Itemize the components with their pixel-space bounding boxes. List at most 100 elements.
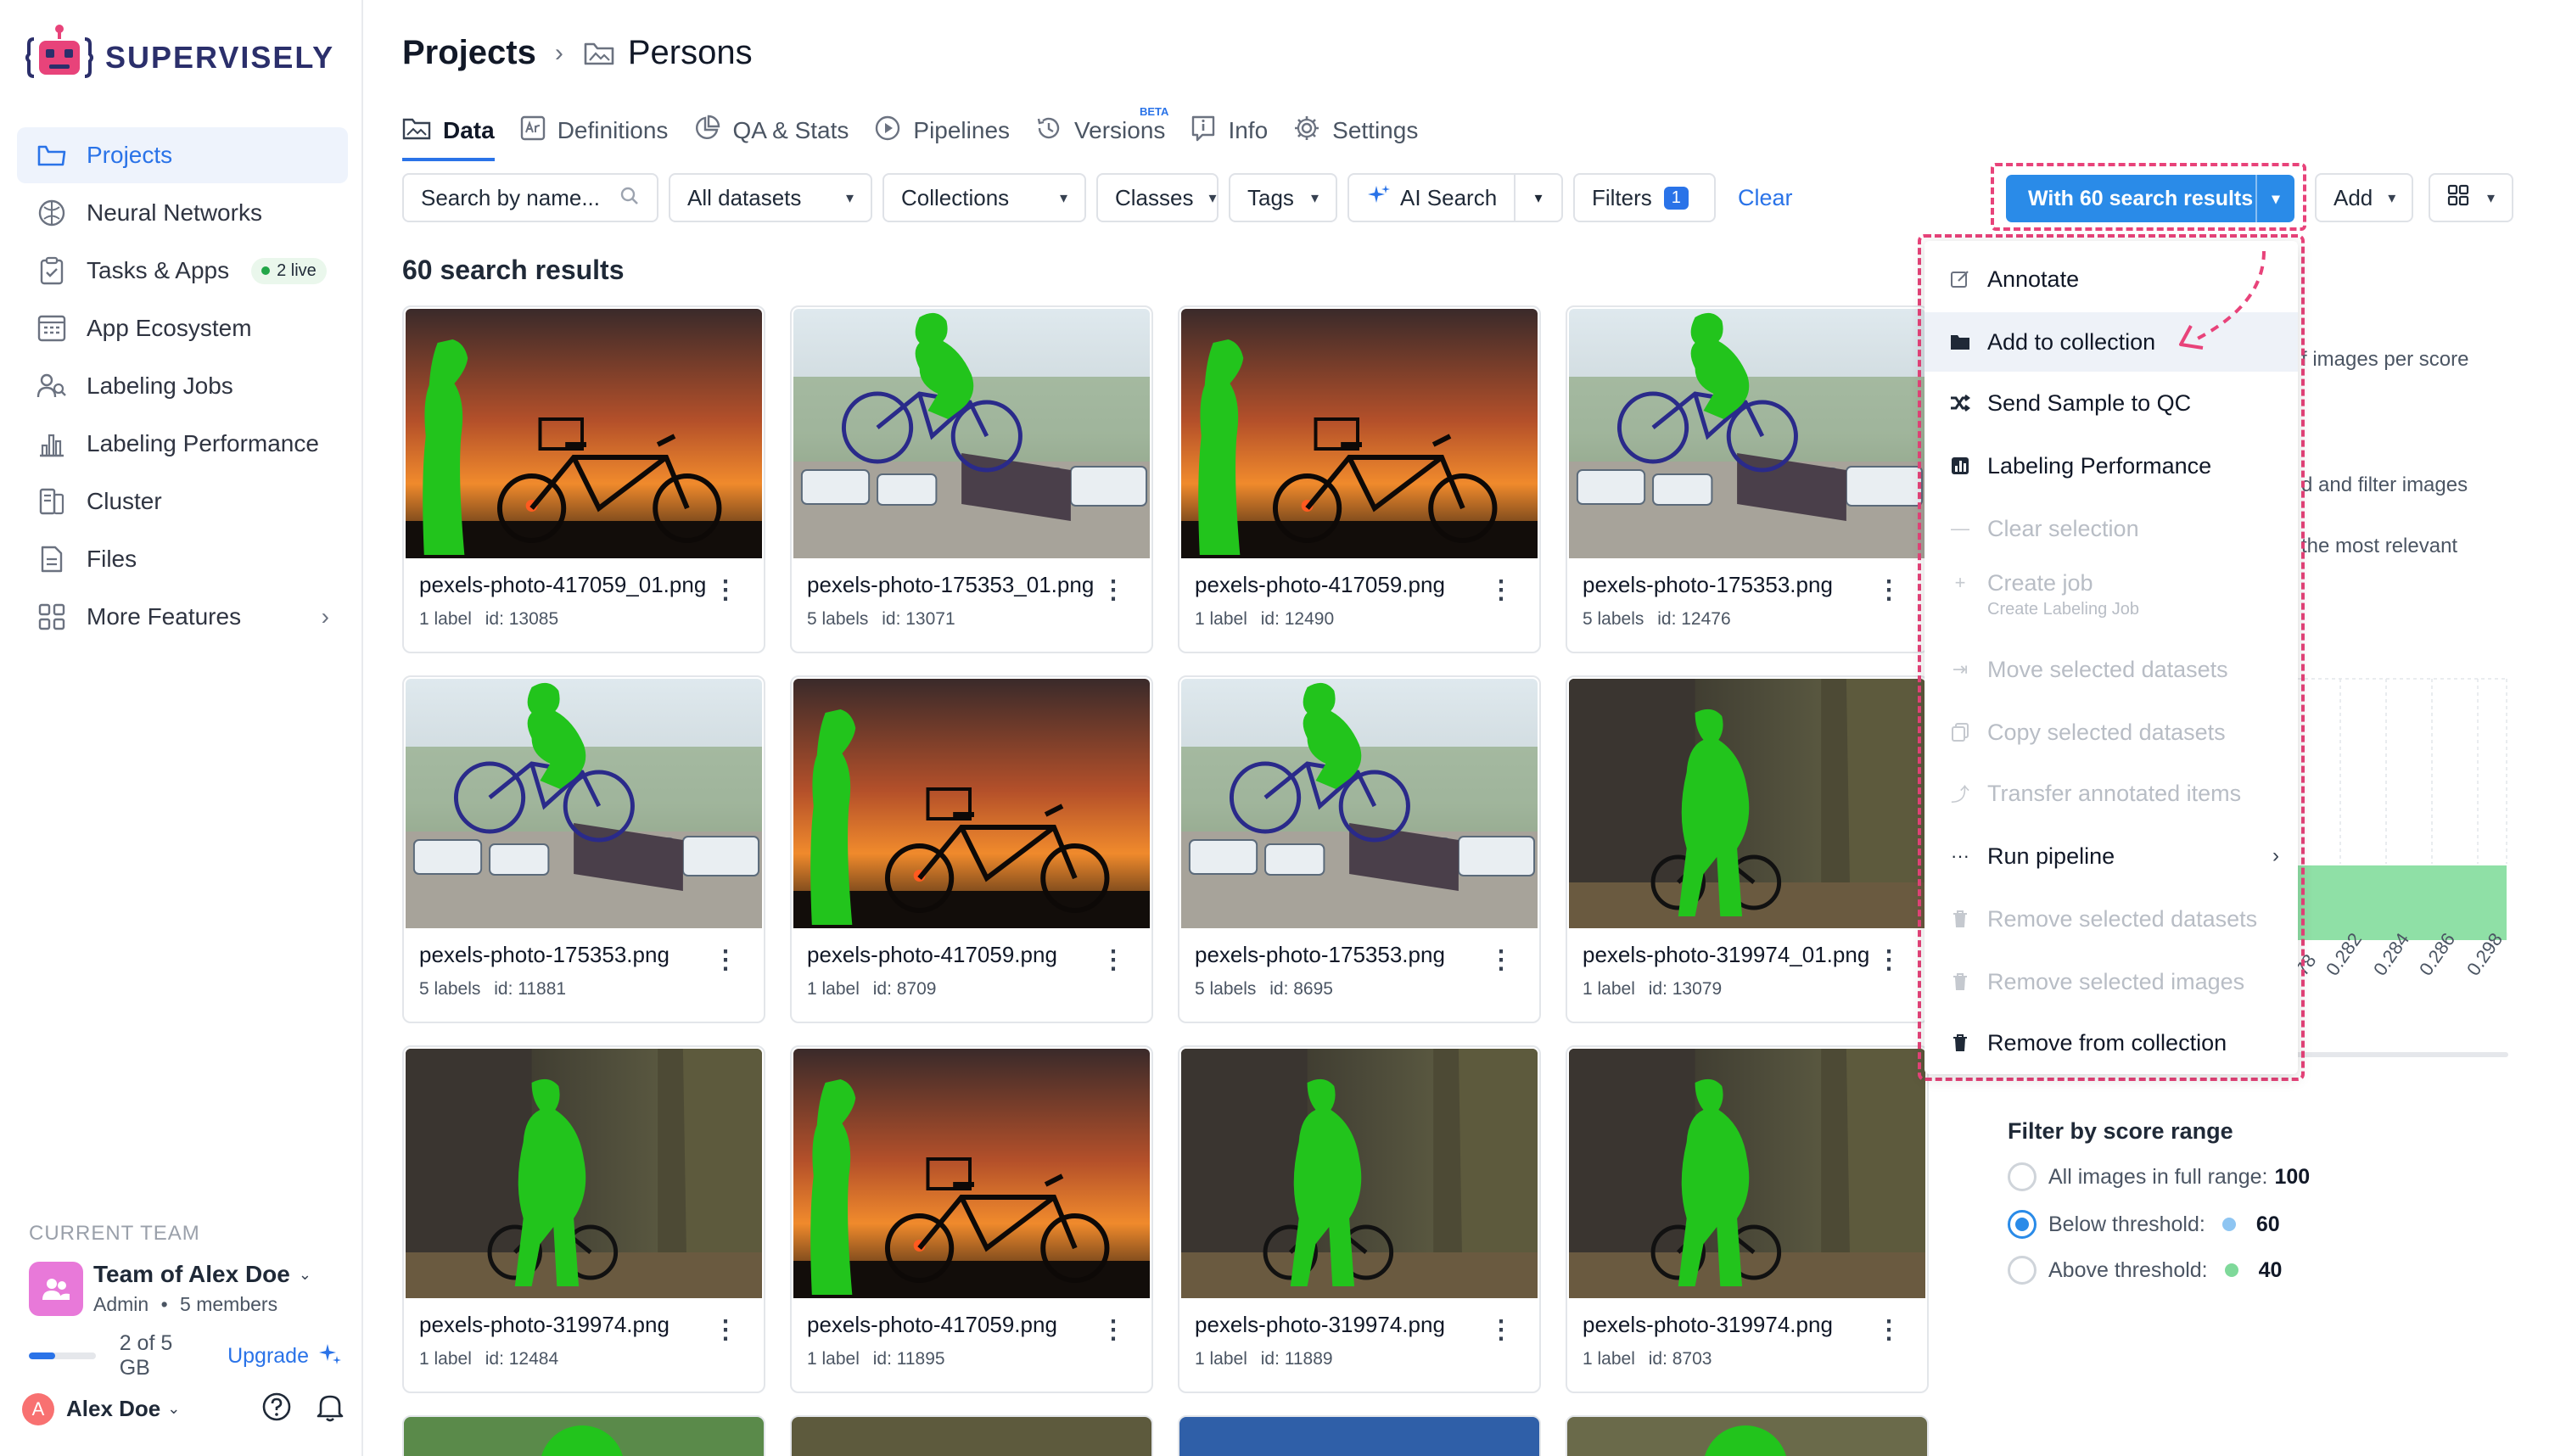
image-card[interactable]: pexels-photo-319974.png 1 label id: 1248… — [402, 1045, 765, 1393]
avatar[interactable]: A — [22, 1392, 54, 1425]
team-switcher[interactable]: Team of Alex Doe ⌄ Admin • 5 members — [29, 1261, 343, 1316]
image-card[interactable]: pexels-photo-417059_01.png 1 label id: 1… — [402, 305, 765, 653]
robot-logo-icon — [25, 25, 93, 78]
thumbnail[interactable] — [1181, 309, 1538, 558]
image-card[interactable]: pexels-photo-417059.png 1 label id: 1189… — [790, 1045, 1153, 1393]
chevron-down-icon[interactable]: ▾ — [1514, 175, 1561, 221]
more-options-icon[interactable]: ⋮ — [1876, 948, 1902, 973]
more-options-icon[interactable]: ⋮ — [713, 948, 738, 973]
tab-pipelines[interactable]: Pipelines — [874, 110, 1010, 151]
thumbnail[interactable] — [406, 1049, 762, 1298]
trash-icon — [1948, 910, 1972, 928]
thumbnail[interactable] — [793, 1049, 1150, 1298]
image-card[interactable]: pexels-photo-175353.png 5 labels id: 118… — [402, 675, 765, 1023]
clear-filters-link[interactable]: Clear — [1738, 185, 1793, 211]
image-card[interactable]: pexels-photo-175353.png 5 labels id: 124… — [1566, 305, 1929, 653]
project-tabs: Data Definitions QA & Stats Pipelines Ve… — [402, 105, 1443, 161]
more-options-icon[interactable]: ⋮ — [1101, 948, 1126, 973]
image-card[interactable]: pexels-photo-319974_01.png 1 label id: 1… — [1566, 675, 1929, 1023]
menu-item-send-sample-qc[interactable]: Send Sample to QC — [1924, 373, 2298, 433]
image-id: id: 13079 — [1648, 979, 1723, 999]
breadcrumb-projects[interactable]: Projects — [402, 34, 536, 72]
image-card[interactable]: pexels-photo-175353_01.png 5 labels id: … — [790, 305, 1153, 653]
menu-item-labeling-performance[interactable]: Labeling Performance — [1924, 436, 2298, 496]
chevron-down-icon[interactable]: ▾ — [2255, 175, 2294, 222]
classes-select[interactable]: Classes ▾ — [1096, 173, 1219, 222]
more-options-icon[interactable]: ⋮ — [1876, 1318, 1902, 1343]
datasets-select[interactable]: All datasets ▾ — [669, 173, 872, 222]
thumbnail[interactable] — [1569, 679, 1925, 928]
add-button[interactable]: Add ▾ — [2315, 173, 2413, 222]
sidebar-item-neural-networks[interactable]: Neural Networks — [17, 185, 348, 241]
radio-button-checked[interactable] — [2008, 1210, 2037, 1239]
team-meta: Admin • 5 members — [93, 1293, 278, 1315]
score-option-below[interactable]: Below threshold: 60 — [2008, 1210, 2280, 1239]
filters-button[interactable]: Filters 1 — [1573, 173, 1716, 222]
image-card-partial[interactable] — [790, 1415, 1153, 1456]
sidebar-item-projects[interactable]: Projects — [17, 127, 348, 183]
histogram-scrollbar[interactable] — [2291, 1052, 2508, 1057]
upgrade-link[interactable]: Upgrade — [227, 1344, 309, 1369]
score-option-above[interactable]: Above threshold: 40 — [2008, 1256, 2282, 1285]
help-icon[interactable] — [261, 1392, 292, 1426]
file-icon — [36, 543, 68, 575]
radio-button[interactable] — [2008, 1256, 2037, 1285]
more-options-icon[interactable]: ⋮ — [1101, 1318, 1126, 1343]
more-options-icon[interactable]: ⋮ — [1488, 1318, 1514, 1343]
thumbnail[interactable] — [1181, 679, 1538, 928]
tab-versions[interactable]: Versions BETA — [1035, 105, 1168, 151]
image-name: pexels-photo-319974.png — [1195, 1312, 1445, 1337]
more-options-icon[interactable]: ⋮ — [1488, 578, 1514, 603]
labels-count: 1 label — [807, 979, 860, 999]
search-results-actions-button[interactable]: With 60 search results ▾ — [2006, 175, 2294, 222]
sidebar-item-files[interactable]: Files — [17, 531, 348, 587]
sidebar-item-cluster[interactable]: Cluster — [17, 473, 348, 529]
image-card[interactable]: pexels-photo-319974.png 1 label id: 1188… — [1178, 1045, 1541, 1393]
create-job-subtitle: Create Labeling Job — [1987, 600, 2140, 619]
image-card[interactable]: pexels-photo-417059.png 1 label id: 8709… — [790, 675, 1153, 1023]
thumbnail[interactable] — [406, 679, 762, 928]
thumbnail[interactable] — [406, 309, 762, 558]
collections-select[interactable]: Collections ▾ — [882, 173, 1086, 222]
thumbnail[interactable] — [1569, 1049, 1925, 1298]
image-card[interactable]: pexels-photo-319974.png 1 label id: 8703… — [1566, 1045, 1929, 1393]
more-options-icon[interactable]: ⋮ — [713, 578, 738, 603]
image-card[interactable]: pexels-photo-175353.png 5 labels id: 869… — [1178, 675, 1541, 1023]
image-card-partial[interactable] — [1178, 1415, 1541, 1456]
sidebar-item-labeling-performance[interactable]: Labeling Performance — [17, 416, 348, 472]
sidebar-item-app-ecosystem[interactable]: App Ecosystem — [17, 300, 348, 356]
thumbnail[interactable] — [793, 679, 1150, 928]
menu-item-remove-from-collection[interactable]: Remove from collection — [1924, 1013, 2298, 1072]
ai-search-button[interactable]: AI Search ▾ — [1347, 173, 1563, 222]
logo[interactable]: SUPERVISELY — [25, 24, 334, 92]
thumbnail[interactable] — [1569, 309, 1925, 558]
sidebar-item-labeling-jobs[interactable]: Labeling Jobs — [17, 358, 348, 414]
image-card-partial[interactable] — [402, 1415, 765, 1456]
more-options-icon[interactable]: ⋮ — [1101, 578, 1126, 603]
bell-icon[interactable] — [316, 1392, 345, 1426]
image-card-partial[interactable] — [1566, 1415, 1929, 1456]
tab-info[interactable]: Info — [1191, 110, 1268, 151]
sidebar-item-tasks-apps[interactable]: Tasks & Apps 2 live — [17, 243, 348, 299]
more-options-icon[interactable]: ⋮ — [1488, 948, 1514, 973]
user-name[interactable]: Alex Doe — [66, 1396, 160, 1422]
search-input[interactable]: Search by name... — [402, 173, 658, 222]
score-option-all[interactable]: All images in full range: 100 — [2008, 1162, 2310, 1191]
menu-item-clear-selection: — Clear selection — [1924, 499, 2298, 558]
view-mode-button[interactable]: ▾ — [2429, 173, 2513, 222]
thumbnail[interactable] — [1181, 1049, 1538, 1298]
image-card[interactable]: pexels-photo-417059.png 1 label id: 1249… — [1178, 305, 1541, 653]
radio-button[interactable] — [2008, 1162, 2037, 1191]
tab-data[interactable]: Data — [402, 110, 495, 161]
thumbnail[interactable] — [793, 309, 1150, 558]
tab-settings[interactable]: Settings — [1293, 110, 1418, 151]
more-options-icon[interactable]: ⋮ — [713, 1318, 738, 1343]
more-options-icon[interactable]: ⋮ — [1876, 578, 1902, 603]
sidebar-item-more-features[interactable]: More Features › — [17, 589, 348, 645]
tab-definitions[interactable]: Definitions — [520, 110, 668, 151]
tab-qa-stats[interactable]: QA & Stats — [693, 110, 849, 151]
thumbnail-image — [1569, 1049, 1925, 1298]
info-icon — [1191, 115, 1216, 148]
tags-select[interactable]: Tags ▾ — [1229, 173, 1337, 222]
menu-item-run-pipeline[interactable]: ··· Run pipeline › — [1924, 826, 2298, 886]
